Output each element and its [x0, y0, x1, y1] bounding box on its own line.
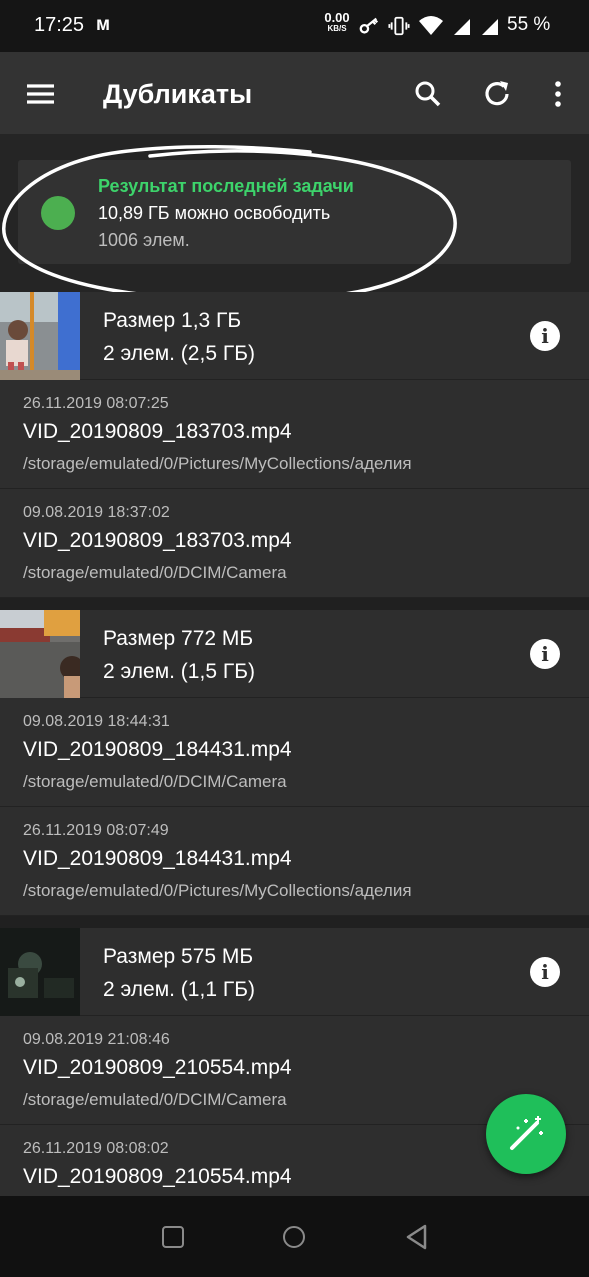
group-header[interactable]: Размер 1,3 ГБ 2 элем. (2,5 ГБ) i: [0, 292, 589, 380]
status-bar: 17:25 м 0.00 KB/S 55 %: [0, 0, 589, 52]
group-separator: [0, 598, 589, 610]
file-row[interactable]: 26.11.2019 08:07:49 VID_20190809_184431.…: [0, 807, 589, 916]
file-path: /storage/emulated/0/DCIM/Camera: [23, 1090, 287, 1109]
summary-title: Результат последней задачи: [98, 176, 354, 196]
app-notification-icon: м: [96, 14, 111, 35]
magic-wand-icon: [510, 1116, 543, 1150]
video-thumbnail: [0, 292, 80, 380]
file-date: 26.11.2019 08:08:02: [23, 1140, 169, 1157]
group-size: Размер 772 МБ: [103, 627, 254, 650]
file-name: VID_20190809_210554.mp4: [23, 1056, 292, 1079]
file-row[interactable]: 09.08.2019 18:44:31 VID_20190809_184431.…: [0, 698, 589, 807]
summary-area: Результат последней задачи 10,89 ГБ можн…: [0, 134, 589, 292]
signal-icon: [454, 19, 470, 35]
file-path: /storage/emulated/0/DCIM/Camera: [23, 772, 287, 791]
video-thumbnail: [0, 610, 80, 698]
info-icon[interactable]: i: [530, 639, 560, 669]
summary-freeable: 10,89 ГБ можно освободить: [98, 203, 331, 223]
file-date: 09.08.2019 18:37:02: [23, 504, 170, 521]
duplicates-list: Размер 1,3 ГБ 2 элем. (2,5 ГБ) i 26.11.2…: [0, 292, 589, 1196]
more-options-button[interactable]: [538, 74, 578, 114]
search-icon: [415, 81, 441, 107]
signal-icon-2: [482, 19, 498, 35]
file-date: 09.08.2019 18:44:31: [23, 713, 170, 730]
group-header[interactable]: Размер 575 МБ 2 элем. (1,1 ГБ) i: [0, 928, 589, 1016]
group-separator: [0, 916, 589, 928]
file-name: VID_20190809_183703.mp4: [23, 529, 292, 552]
refresh-icon: [485, 81, 509, 106]
clock: 17:25: [34, 14, 85, 36]
summary-item-count: 1006 элем.: [98, 230, 190, 250]
status-icons: [358, 13, 500, 39]
key-icon: [359, 17, 379, 34]
group-count: 2 элем. (1,1 ГБ): [103, 978, 255, 1001]
app-bar: Дубликаты: [0, 52, 589, 134]
group-count: 2 элем. (2,5 ГБ): [103, 342, 255, 365]
file-path: /storage/emulated/0/Pictures/MyCollectio…: [23, 881, 412, 900]
file-name: VID_20190809_184431.mp4: [23, 738, 292, 761]
file-row[interactable]: 26.11.2019 08:07:25 VID_20190809_183703.…: [0, 380, 589, 489]
network-speed: 0.00 KB/S: [324, 10, 350, 33]
menu-button[interactable]: [20, 74, 60, 114]
file-date: 26.11.2019 08:07:49: [23, 822, 169, 839]
back-triangle-icon[interactable]: [405, 1224, 429, 1250]
file-row[interactable]: 09.08.2019 18:37:02 VID_20190809_183703.…: [0, 489, 589, 598]
file-date: 26.11.2019 08:07:25: [23, 395, 169, 412]
info-icon[interactable]: i: [530, 957, 560, 987]
system-nav-bar: [0, 1196, 589, 1277]
file-name: VID_20190809_210554.mp4: [23, 1165, 292, 1188]
group-size: Размер 575 МБ: [103, 945, 254, 968]
menu-icon: [27, 84, 54, 104]
file-path: /storage/emulated/0/Pictures/MyCollectio…: [23, 454, 412, 473]
refresh-button[interactable]: [478, 74, 518, 114]
recents-square-icon[interactable]: [162, 1226, 184, 1248]
status-dot-icon: [41, 196, 75, 230]
auto-select-fab[interactable]: [486, 1094, 566, 1174]
page-title: Дубликаты: [103, 79, 253, 109]
wifi-icon: [419, 16, 443, 35]
video-thumbnail: [0, 928, 80, 1016]
file-name: VID_20190809_184431.mp4: [23, 847, 292, 870]
group-count: 2 элем. (1,5 ГБ): [103, 660, 255, 683]
battery-level: 55 %: [507, 14, 551, 35]
search-button[interactable]: [408, 74, 448, 114]
info-icon[interactable]: i: [530, 321, 560, 351]
more-vert-icon: [555, 81, 561, 107]
file-name: VID_20190809_183703.mp4: [23, 420, 292, 443]
last-task-card[interactable]: Результат последней задачи 10,89 ГБ можн…: [18, 160, 571, 264]
group-size: Размер 1,3 ГБ: [103, 309, 242, 332]
file-path: /storage/emulated/0/DCIM/Camera: [23, 563, 287, 582]
file-date: 09.08.2019 21:08:46: [23, 1031, 170, 1048]
vibrate-icon: [388, 16, 410, 36]
group-header[interactable]: Размер 772 МБ 2 элем. (1,5 ГБ) i: [0, 610, 589, 698]
home-circle-icon[interactable]: [283, 1226, 305, 1248]
